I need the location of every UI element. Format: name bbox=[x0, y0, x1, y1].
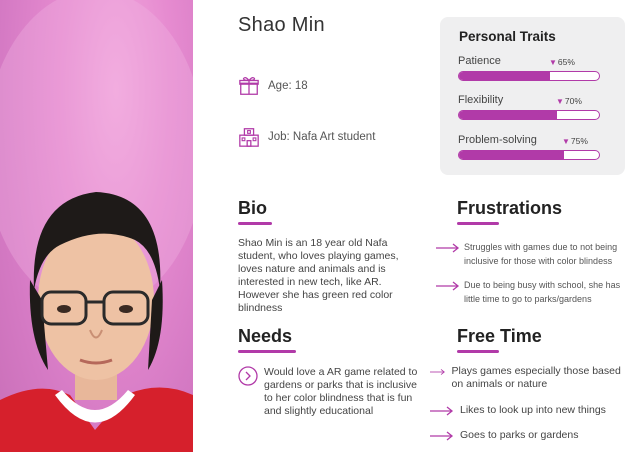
needs-title: Needs bbox=[238, 326, 293, 346]
bio-heading: Bio bbox=[238, 198, 272, 225]
heading-underline bbox=[457, 350, 499, 353]
needs-text: Would love a AR game related to gardens … bbox=[264, 366, 418, 417]
heading-underline bbox=[238, 222, 272, 225]
trait-patience: Patience ▼65% bbox=[458, 55, 600, 81]
frustrations-title: Frustrations bbox=[457, 198, 563, 218]
frustration-item: Struggles with games due to not being in… bbox=[436, 240, 631, 268]
chevron-circle-icon bbox=[238, 366, 258, 386]
persona-name: Shao Min bbox=[238, 14, 325, 36]
building-icon bbox=[239, 128, 259, 147]
free-time-heading: Free Time bbox=[457, 326, 542, 353]
free-time-item: Likes to look up into new things bbox=[430, 404, 625, 417]
trait-percent: ▼65% bbox=[549, 57, 575, 67]
trait-bar bbox=[458, 110, 600, 120]
frustrations-heading: Frustrations bbox=[457, 198, 562, 225]
arrow-right-icon bbox=[430, 405, 454, 416]
trait-bar-fill bbox=[459, 111, 557, 119]
trait-bar bbox=[458, 150, 600, 160]
arrow-right-icon bbox=[436, 243, 460, 253]
marker-triangle-icon: ▼ bbox=[562, 137, 570, 146]
gift-icon bbox=[239, 77, 259, 95]
job-label: Job: Nafa Art student bbox=[268, 131, 376, 143]
trait-percent: ▼75% bbox=[562, 136, 588, 146]
bio-title: Bio bbox=[238, 198, 267, 218]
job-row: Job: Nafa Art student bbox=[238, 126, 375, 148]
persona-photo bbox=[0, 0, 193, 452]
personal-traits-panel: Personal Traits Patience ▼65% Flexibilit… bbox=[440, 17, 625, 175]
trait-flexibility: Flexibility ▼70% bbox=[458, 94, 600, 120]
age-row: Age: 18 bbox=[238, 75, 308, 97]
bio-text: Shao Min is an 18 year old Nafa student,… bbox=[238, 237, 399, 314]
arrow-right-icon bbox=[436, 281, 460, 291]
heading-underline bbox=[238, 350, 296, 353]
trait-percent: ▼70% bbox=[556, 96, 582, 106]
free-time-item: Plays games especially those based on an… bbox=[430, 365, 625, 391]
trait-bar bbox=[458, 71, 600, 81]
free-time-title: Free Time bbox=[457, 326, 542, 346]
marker-triangle-icon: ▼ bbox=[549, 58, 557, 67]
heading-underline bbox=[457, 222, 499, 225]
needs-heading: Needs bbox=[238, 326, 296, 353]
free-time-item: Goes to parks or gardens bbox=[430, 429, 625, 442]
trait-bar-fill bbox=[459, 151, 564, 159]
arrow-right-icon bbox=[430, 369, 445, 375]
arrow-right-icon bbox=[430, 430, 454, 441]
trait-problem-solving: Problem-solving ▼75% bbox=[458, 134, 600, 160]
age-label: Age: 18 bbox=[268, 80, 308, 92]
traits-title: Personal Traits bbox=[459, 29, 556, 44]
frustration-item: Due to being busy with school, she has l… bbox=[436, 278, 631, 306]
marker-triangle-icon: ▼ bbox=[556, 97, 564, 106]
trait-label: Patience bbox=[458, 55, 501, 67]
trait-bar-fill bbox=[459, 72, 550, 80]
